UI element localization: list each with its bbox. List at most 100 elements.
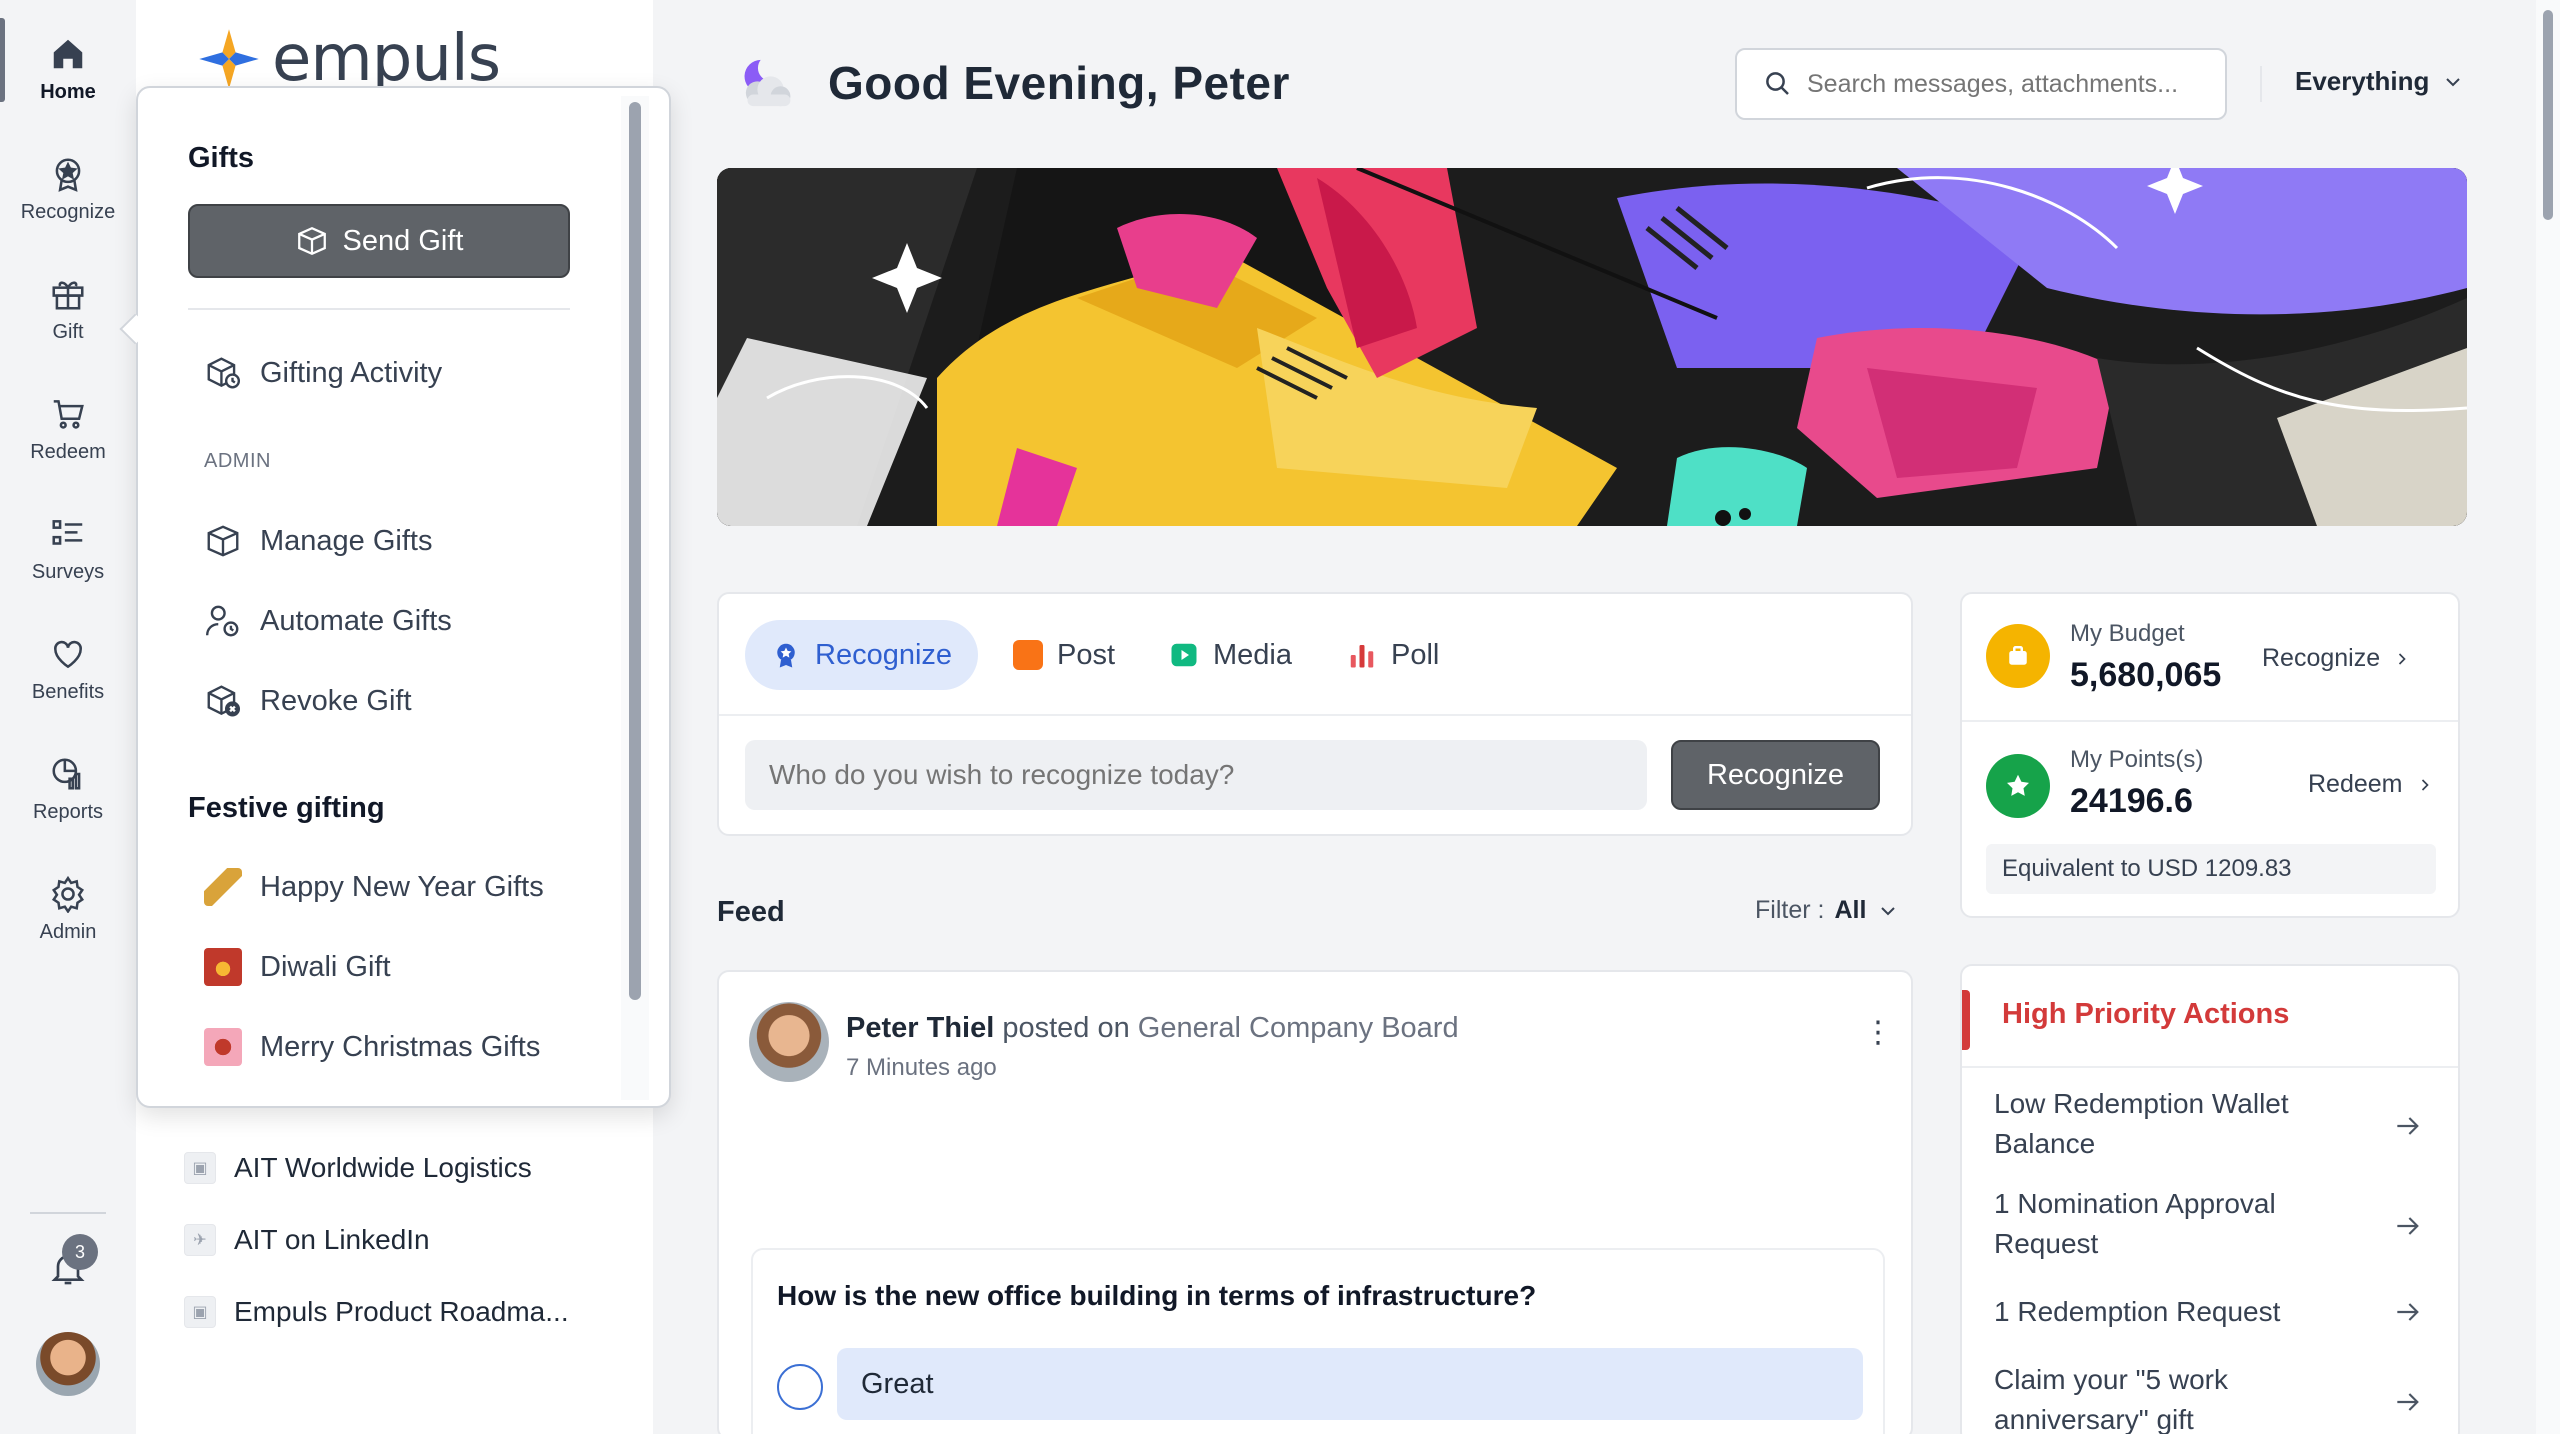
tab-poll[interactable]: Poll <box>1321 620 1465 690</box>
points-star-icon <box>1986 754 2050 818</box>
menu-label: Diwali Gift <box>260 950 391 983</box>
user-avatar[interactable] <box>36 1332 100 1396</box>
post-timestamp: 7 Minutes ago <box>846 1054 997 1081</box>
rail-divider <box>30 1212 106 1214</box>
search-icon <box>1766 72 1789 95</box>
menu-label: Happy New Year Gifts <box>260 870 544 903</box>
action-item[interactable]: 1 Nomination Approval Request <box>1994 1184 2354 1264</box>
rail-surveys-label: Surveys <box>31 560 105 583</box>
search-input[interactable] <box>1807 69 2207 99</box>
icon-rail: Home Recognize Gift Redeem Surveys Benef… <box>0 0 136 1434</box>
page-scroll-thumb[interactable] <box>2543 10 2553 220</box>
usd-equivalent: Equivalent to USD 1209.83 <box>1986 844 2436 894</box>
author-name[interactable]: Peter Thiel <box>846 1012 994 1044</box>
rail-gift-label: Gift <box>52 320 84 343</box>
chevron-down-icon <box>2446 77 2461 86</box>
home-icon <box>53 39 83 68</box>
menu-happy-new-year[interactable]: Happy New Year Gifts <box>204 868 544 906</box>
rail-surveys[interactable]: Surveys <box>0 494 136 604</box>
priority-actions-card: High Priority Actions Low Redemption Wal… <box>1960 964 2460 1434</box>
feed-post: Peter Thiel posted on General Company Bo… <box>717 970 1913 1434</box>
rail-redeem[interactable]: Redeem <box>0 374 136 484</box>
greeting-title: Good Evening, Peter <box>828 57 1290 109</box>
priority-divider <box>1962 1066 2458 1068</box>
flyout-divider <box>188 308 570 310</box>
channel-item[interactable]: ▣ AIT Worldwide Logistics <box>184 1152 532 1184</box>
page-scrollbar[interactable] <box>2536 0 2560 1434</box>
menu-gifting-activity[interactable]: Gifting Activity <box>204 354 442 392</box>
chevron-right-icon <box>2399 652 2406 665</box>
rail-recognize[interactable]: Recognize <box>0 134 136 244</box>
arrow-right-icon[interactable] <box>2392 1296 2424 1328</box>
priority-title: High Priority Actions <box>2002 998 2290 1030</box>
gear-icon <box>51 875 85 913</box>
rail-reports-label: Reports <box>32 800 104 823</box>
menu-manage-gifts[interactable]: Manage Gifts <box>204 522 432 560</box>
admin-section-label: ADMIN <box>204 450 271 472</box>
priority-accent-bar <box>1962 990 1970 1050</box>
post-byline: Peter Thiel posted on General Company Bo… <box>846 1012 1459 1045</box>
feed-filter[interactable]: Filter : All <box>1755 896 1900 925</box>
composer-divider <box>719 714 1911 716</box>
arrow-right-icon[interactable] <box>2392 1110 2424 1142</box>
action-item[interactable]: 1 Redemption Request <box>1994 1292 2354 1332</box>
filter-value: All <box>1834 896 1867 924</box>
tab-label: Post <box>1057 638 1116 671</box>
poll-option[interactable]: Great <box>837 1348 1863 1420</box>
arrow-right-icon[interactable] <box>2392 1386 2424 1418</box>
recognize-input[interactable] <box>745 740 1647 810</box>
action-item[interactable]: Low Redemption Wallet Balance <box>1994 1084 2354 1164</box>
hero-banner <box>717 168 2467 526</box>
author-avatar[interactable] <box>749 1002 829 1082</box>
tab-media[interactable]: Media <box>1143 620 1318 690</box>
action-item[interactable]: Claim your "5 work anniversary" gift <box>1994 1360 2354 1434</box>
channel-item[interactable]: ✈ AIT on LinkedIn <box>184 1224 430 1256</box>
rail-home-label: Home <box>40 80 96 103</box>
points-redeem-link[interactable]: Redeem <box>2308 770 2435 799</box>
tab-label: Recognize <box>815 638 953 671</box>
rail-admin[interactable]: Admin <box>0 854 136 964</box>
rail-reports[interactable]: Reports <box>0 734 136 844</box>
gift-flyout-menu: Gifts Send Gift Gifting Activity ADMIN M… <box>136 86 671 1108</box>
points-link-label: Redeem <box>2308 770 2403 798</box>
image-icon: ▣ <box>184 1296 216 1328</box>
banner-artwork <box>717 168 2467 526</box>
cart-icon <box>53 399 84 429</box>
menu-automate-gifts[interactable]: Automate Gifts <box>204 602 452 640</box>
box-icon <box>297 227 326 255</box>
recognize-button[interactable]: Recognize <box>1671 740 1880 810</box>
menu-label: Merry Christmas Gifts <box>260 1030 541 1063</box>
chevron-right-icon <box>2421 778 2429 791</box>
rail-gift[interactable]: Gift <box>0 254 136 364</box>
tab-post[interactable]: Post <box>987 620 1141 690</box>
more-options-icon[interactable]: ⋮ <box>1863 1018 1893 1058</box>
wallet-divider <box>1962 720 2458 722</box>
menu-revoke-gift[interactable]: Revoke Gift <box>204 682 412 720</box>
flyout-scrollbar[interactable] <box>629 102 641 1000</box>
post-composer: Recognize Post Media Poll Recognize <box>717 592 1913 836</box>
send-gift-button[interactable]: Send Gift <box>188 204 570 278</box>
scope-dropdown[interactable]: Everything <box>2295 66 2465 97</box>
arrow-right-icon[interactable] <box>2392 1210 2424 1242</box>
rail-redeem-label: Redeem <box>30 440 106 463</box>
budget-link-label: Recognize <box>2262 644 2381 672</box>
tab-recognize[interactable]: Recognize <box>745 620 979 690</box>
channel-label: AIT Worldwide Logistics <box>234 1152 532 1183</box>
brand-logo[interactable]: empuls <box>196 22 501 96</box>
menu-label: Automate Gifts <box>260 604 452 637</box>
menu-label: Manage Gifts <box>260 524 433 557</box>
menu-merry-christmas[interactable]: Merry Christmas Gifts <box>204 1028 540 1066</box>
flyout-title: Gifts <box>188 142 255 174</box>
filter-label: Filter : <box>1755 896 1825 924</box>
box-icon <box>207 525 239 557</box>
poll-radio[interactable] <box>777 1364 823 1410</box>
search-box[interactable] <box>1735 48 2227 120</box>
channel-item[interactable]: ▣ Empuls Product Roadma... <box>184 1296 569 1328</box>
budget-recognize-link[interactable]: Recognize <box>2262 644 2412 673</box>
rail-home[interactable]: Home <box>0 14 136 124</box>
brand-name: empuls <box>272 22 501 96</box>
rail-benefits[interactable]: Benefits <box>0 614 136 724</box>
board-link[interactable]: General Company Board <box>1138 1012 1459 1044</box>
menu-diwali-gift[interactable]: Diwali Gift <box>204 948 391 986</box>
festive-heading: Festive gifting <box>188 792 385 824</box>
